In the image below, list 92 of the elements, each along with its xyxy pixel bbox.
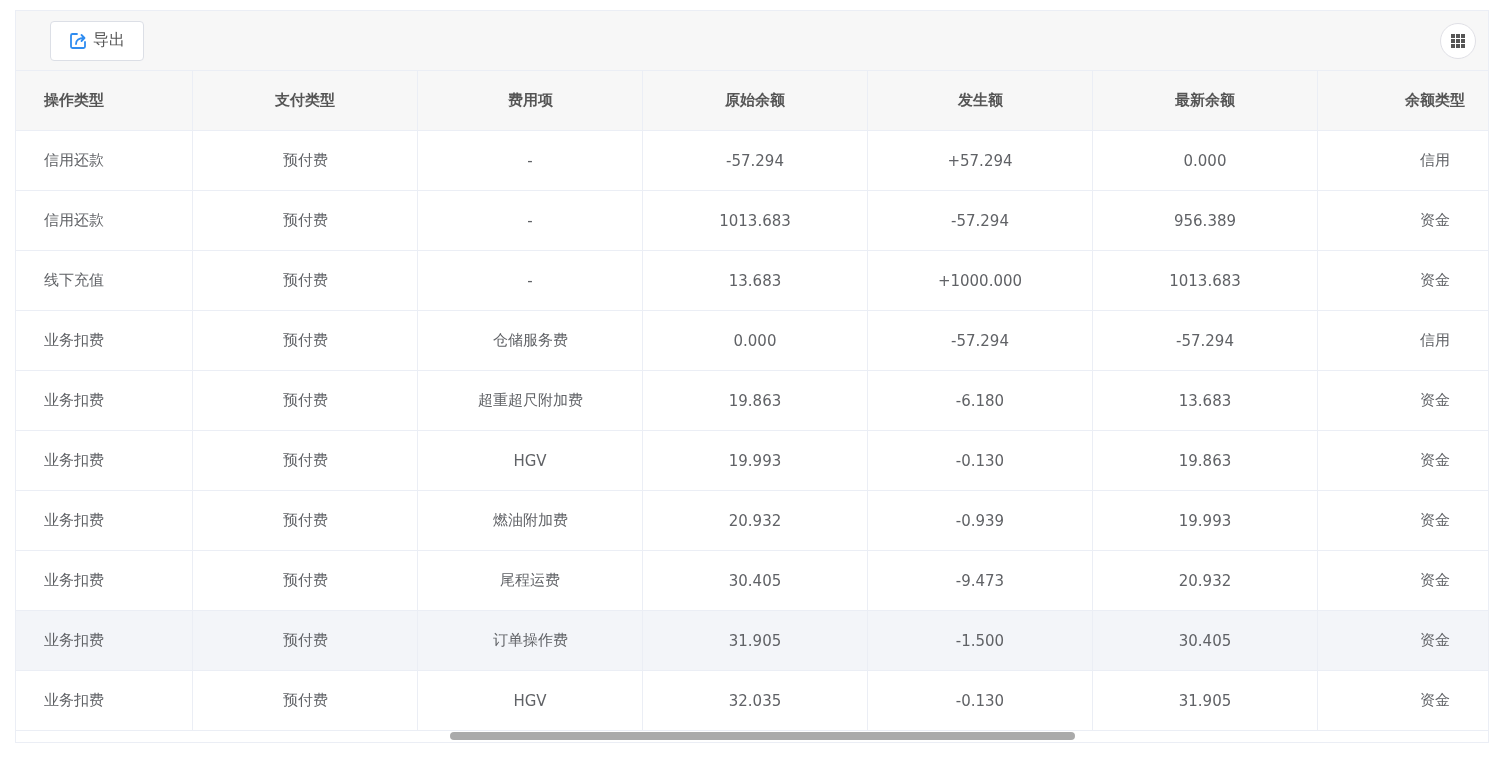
table-cell: 30.405 — [1092, 610, 1318, 671]
table-cell: 31.905 — [1092, 670, 1318, 731]
table-row[interactable]: 业务扣费 预付费 尾程运费 30.405 -9.473 20.932 资金 — [16, 550, 1488, 611]
table-cell: 业务扣费 — [16, 430, 193, 491]
table-row[interactable]: 线下充值 预付费 - 13.683 +1000.000 1013.683 资金 — [16, 250, 1488, 311]
table-cell: -57.294 — [642, 130, 868, 191]
column-header: 原始余额 — [642, 71, 868, 131]
table-cell: 业务扣费 — [16, 370, 193, 431]
table-cell: 仓储服务费 — [417, 310, 643, 371]
table-cell: 预付费 — [192, 130, 418, 191]
table-row[interactable]: 业务扣费 预付费 HGV 32.035 -0.130 31.905 资金 — [16, 670, 1488, 731]
table-cell: 预付费 — [192, 670, 418, 731]
table-cell: -57.294 — [867, 190, 1093, 251]
table-row[interactable]: 业务扣费 预付费 订单操作费 31.905 -1.500 30.405 资金 — [16, 610, 1488, 671]
table-cell: 业务扣费 — [16, 490, 193, 551]
table-cell: 资金 — [1317, 550, 1488, 611]
column-header: 操作类型 — [16, 71, 193, 131]
table-cell: 0.000 — [1092, 130, 1318, 191]
column-settings-button[interactable] — [1440, 22, 1476, 59]
table-cell: 预付费 — [192, 550, 418, 611]
table-cell: 资金 — [1317, 190, 1488, 251]
table-cell: 19.993 — [642, 430, 868, 491]
table-cell: 超重超尺附加费 — [417, 370, 643, 431]
table-cell: HGV — [417, 670, 643, 731]
table-cell: 信用还款 — [16, 190, 193, 251]
grid-icon — [1451, 33, 1465, 48]
table-cell: 预付费 — [192, 370, 418, 431]
table-cell: 956.389 — [1092, 190, 1318, 251]
table-cell: 32.035 — [642, 670, 868, 731]
table-cell: 业务扣费 — [16, 550, 193, 611]
table-row[interactable]: 业务扣费 预付费 HGV 19.993 -0.130 19.863 资金 — [16, 430, 1488, 491]
table-row[interactable]: 信用还款 预付费 - -57.294 +57.294 0.000 信用 — [16, 130, 1488, 191]
table-cell: 预付费 — [192, 310, 418, 371]
table-cell: 19.993 — [1092, 490, 1318, 551]
column-header: 费用项 — [417, 71, 643, 131]
table-cell: 20.932 — [642, 490, 868, 551]
table-cell: - — [417, 130, 643, 191]
export-button[interactable]: 导出 — [50, 20, 144, 61]
table-cell: -57.294 — [867, 310, 1093, 371]
table-cell: 业务扣费 — [16, 610, 193, 671]
table-cell: 资金 — [1317, 670, 1488, 731]
table-cell: 业务扣费 — [16, 310, 193, 371]
table-cell: 预付费 — [192, 490, 418, 551]
table-row[interactable]: 信用还款 预付费 - 1013.683 -57.294 956.389 资金 — [16, 190, 1488, 251]
table-cell: +57.294 — [867, 130, 1093, 191]
table-cell: 信用 — [1317, 130, 1488, 191]
column-header: 发生额 — [867, 71, 1093, 131]
table-cell: 1013.683 — [642, 190, 868, 251]
table-cell: - — [417, 190, 643, 251]
table-cell: 资金 — [1317, 490, 1488, 551]
table-cell: 线下充值 — [16, 250, 193, 311]
table-cell: 19.863 — [642, 370, 868, 431]
table-cell: -9.473 — [867, 550, 1093, 611]
table-cell: -0.130 — [867, 670, 1093, 731]
table-cell: -6.180 — [867, 370, 1093, 431]
table-cell: +1000.000 — [867, 250, 1093, 311]
table-cell: 0.000 — [642, 310, 868, 371]
column-header: 余额类型 — [1317, 71, 1488, 131]
table-cell: 31.905 — [642, 610, 868, 671]
table-cell: - — [417, 250, 643, 311]
scrollbar-thumb[interactable] — [450, 732, 1075, 740]
table-row[interactable]: 业务扣费 预付费 燃油附加费 20.932 -0.939 19.993 资金 — [16, 490, 1488, 551]
table-cell: -1.500 — [867, 610, 1093, 671]
column-header: 支付类型 — [192, 71, 418, 131]
table-cell: 30.405 — [642, 550, 868, 611]
table-cell: 资金 — [1317, 610, 1488, 671]
table-cell: 20.932 — [1092, 550, 1318, 611]
table-cell: 预付费 — [192, 190, 418, 251]
table-cell: 预付费 — [192, 250, 418, 311]
table-cell: 预付费 — [192, 610, 418, 671]
table-cell: 资金 — [1317, 430, 1488, 491]
table-cell: -0.130 — [867, 430, 1093, 491]
table-cell: 13.683 — [642, 250, 868, 311]
table-cell: HGV — [417, 430, 643, 491]
table-cell: 信用 — [1317, 310, 1488, 371]
table-cell: -0.939 — [867, 490, 1093, 551]
table-cell: 资金 — [1317, 370, 1488, 431]
export-icon — [69, 31, 87, 50]
table-row[interactable]: 业务扣费 预付费 超重超尺附加费 19.863 -6.180 13.683 资金 — [16, 370, 1488, 431]
column-header: 最新余额 — [1092, 71, 1318, 131]
table-cell: 信用还款 — [16, 130, 193, 191]
table-cell: 资金 — [1317, 250, 1488, 311]
table-cell: 13.683 — [1092, 370, 1318, 431]
table-cell: 尾程运费 — [417, 550, 643, 611]
table-cell: 业务扣费 — [16, 670, 193, 731]
table-cell: 燃油附加费 — [417, 490, 643, 551]
table-cell: 19.863 — [1092, 430, 1318, 491]
table-cell: 1013.683 — [1092, 250, 1318, 311]
table-cell: 预付费 — [192, 430, 418, 491]
table-row[interactable]: 业务扣费 预付费 仓储服务费 0.000 -57.294 -57.294 信用 — [16, 310, 1488, 371]
table-cell: 订单操作费 — [417, 610, 643, 671]
table-cell: -57.294 — [1092, 310, 1318, 371]
